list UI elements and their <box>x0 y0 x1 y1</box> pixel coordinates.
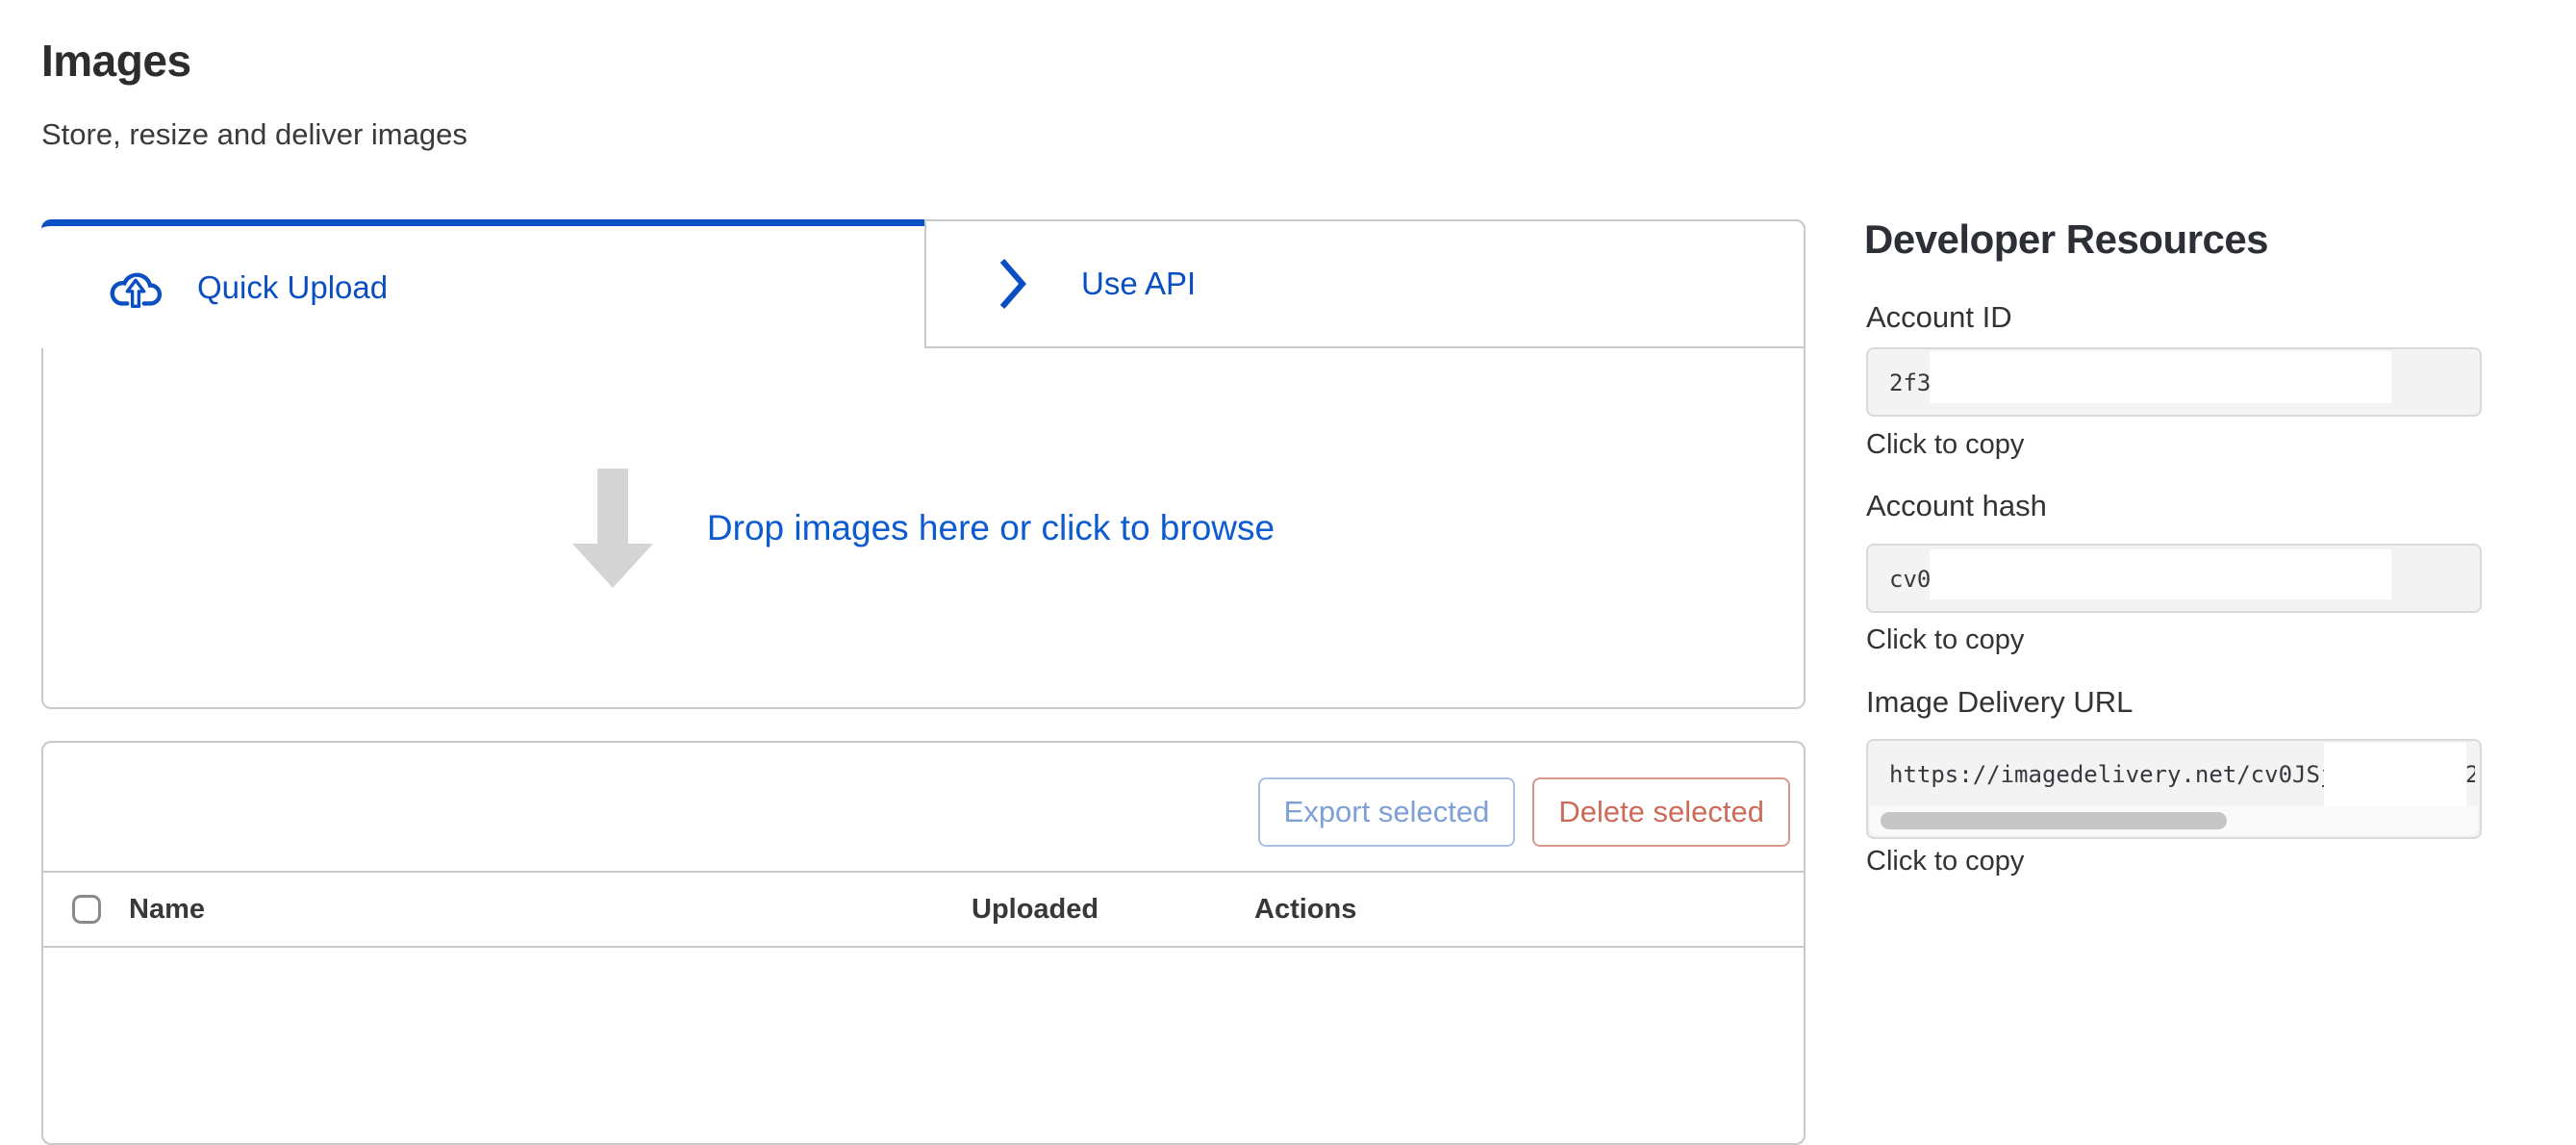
down-arrow-icon <box>572 469 653 588</box>
account-hash-label: Account hash <box>1866 489 2047 523</box>
chevron-right-icon <box>998 257 1028 311</box>
list-toolbar: Export selected Delete selected <box>43 743 1804 871</box>
image-delivery-url-tail: 2 <box>2465 741 2475 808</box>
image-delivery-url-label: Image Delivery URL <box>1866 685 2133 720</box>
select-all-checkbox[interactable] <box>72 895 101 924</box>
page-title: Images <box>41 35 191 87</box>
developer-resources-title: Developer Resources <box>1864 216 2268 263</box>
column-header-uploaded: Uploaded <box>972 873 1099 946</box>
column-header-actions: Actions <box>1254 873 1356 946</box>
tab-quick-upload-label: Quick Upload <box>197 269 388 306</box>
export-selected-button[interactable]: Export selected <box>1258 777 1516 847</box>
account-hash-copy-hint: Click to copy <box>1866 624 2024 656</box>
image-delivery-url-field[interactable]: https://imagedelivery.net/cv0JSj 2 <box>1866 739 2482 839</box>
horizontal-scrollbar <box>1870 806 2478 835</box>
scrollbar-thumb[interactable] <box>1881 812 2227 829</box>
account-id-field[interactable]: 2f3d <box>1866 347 2482 417</box>
account-id-copy-hint: Click to copy <box>1866 429 2024 461</box>
tab-use-api[interactable]: Use API <box>924 219 1806 348</box>
redaction-overlay <box>1930 351 2391 403</box>
account-id-label: Account ID <box>1866 300 2012 335</box>
redaction-overlay <box>2324 743 2466 806</box>
table-header-row: Name Uploaded Actions <box>43 871 1804 948</box>
image-delivery-url-value: https://imagedelivery.net/cv0JSj <box>1889 741 2334 808</box>
dropzone-label: Drop images here or click to browse <box>707 508 1275 548</box>
tab-use-api-label: Use API <box>1081 266 1196 302</box>
redaction-overlay <box>1930 549 2391 599</box>
account-hash-field[interactable]: cv0J <box>1866 544 2482 613</box>
image-list-card: Export selected Delete selected Name Upl… <box>41 741 1806 1145</box>
page-subtitle: Store, resize and deliver images <box>41 117 467 152</box>
upload-card: Quick Upload Use API Drop images here or… <box>41 219 1806 709</box>
tab-quick-upload[interactable]: Quick Upload <box>41 219 926 348</box>
dropzone[interactable]: Drop images here or click to browse <box>43 348 1804 707</box>
image-delivery-url-copy-hint: Click to copy <box>1866 846 2024 878</box>
delete-selected-button[interactable]: Delete selected <box>1532 777 1790 847</box>
column-header-name: Name <box>129 894 205 926</box>
cloud-upload-icon <box>108 267 164 309</box>
